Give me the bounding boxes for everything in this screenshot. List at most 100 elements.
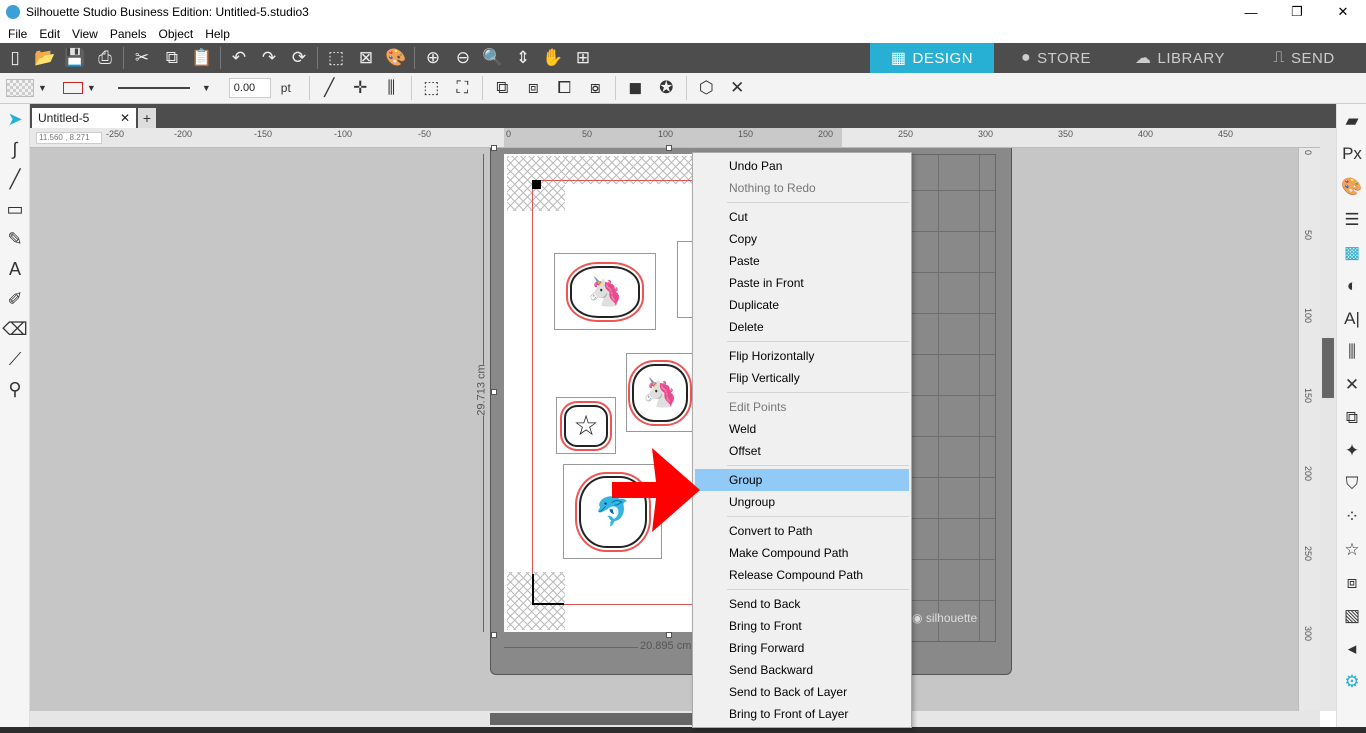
menu-panels[interactable]: Panels [104,27,153,41]
tab-design[interactable]: ▦ DESIGN [870,43,994,73]
undo-icon[interactable]: ↶ [224,43,254,73]
fill-pattern-icon[interactable]: ▩ [1337,236,1366,269]
selection-handle[interactable] [666,632,672,638]
selection-handle[interactable] [491,389,497,395]
menu-item-make-compound-path[interactable]: Make Compound Path [695,542,909,564]
menu-file[interactable]: File [2,27,33,41]
tab-store[interactable]: ● STORE [994,43,1118,73]
menu-item-paste[interactable]: Paste [695,250,909,272]
3d-box-icon[interactable]: ⬡ [691,73,722,104]
horizontal-scrollbar[interactable] [30,711,1320,727]
favorites-star-icon[interactable]: ☆ [1337,533,1366,566]
drag-zoom-icon[interactable]: ⇕ [508,43,538,73]
maximize-button[interactable]: ❐ [1274,0,1320,24]
menu-item-paste-in-front[interactable]: Paste in Front [695,272,909,294]
paste-icon[interactable]: 📋 [187,43,217,73]
trace-icon[interactable]: ⁘ [1337,500,1366,533]
unicorn-sticker[interactable]: 🦄 [554,253,656,330]
menu-item-delete[interactable]: Delete [695,316,909,338]
menu-item-release-compound-path[interactable]: Release Compound Path [695,564,909,586]
new-document-icon[interactable]: ▯ [0,43,30,73]
weld-icon[interactable]: ◼ [620,73,651,104]
add-tab-button[interactable]: + [138,108,156,128]
close-button[interactable]: ✕ [1320,0,1366,24]
menu-item-send-backward[interactable]: Send Backward [695,659,909,681]
compound-path-icon[interactable]: ⧠ [549,73,580,104]
replicate-icon[interactable]: ⧉ [1337,401,1366,434]
vertical-scroll-thumb[interactable] [1322,338,1334,398]
line-width-input[interactable]: 0.00 [228,78,271,98]
sketch-panel-icon[interactable]: ▧ [1337,599,1366,632]
line-style-icon[interactable]: ☰ [1337,203,1366,236]
tab-send[interactable]: ⎍ SEND [1242,43,1366,73]
line-style-selector[interactable] [117,87,190,89]
point-edit-icon[interactable]: ∫ [0,134,30,164]
align-panel-icon[interactable]: ⫼ [1337,335,1366,368]
text-tool-icon[interactable]: A [0,254,30,284]
menu-item-cut[interactable]: Cut [695,206,909,228]
open-folder-icon[interactable]: 📂 [30,43,60,73]
release-compound-icon[interactable]: ⧇ [580,73,611,104]
star-sticker[interactable]: ☆ [556,397,616,454]
layers-icon[interactable]: ⧈ [1337,566,1366,599]
align-icon[interactable]: ⫼ [376,73,407,104]
menu-view[interactable]: View [66,27,104,41]
offset-icon[interactable]: ⛉ [1337,467,1366,500]
transform-panel-icon[interactable]: ✕ [1337,368,1366,401]
partial-sticker[interactable] [677,241,693,318]
selection-handle[interactable] [491,145,497,151]
minimize-button[interactable]: — [1228,0,1274,24]
zoom-selection-icon[interactable]: 🔍 [478,43,508,73]
save-icon[interactable]: 💾 [60,43,90,73]
menu-item-offset[interactable]: Offset [695,440,909,462]
color-palette-icon[interactable]: 🎨 [1337,170,1366,203]
tab-library[interactable]: ☁ LIBRARY [1118,43,1242,73]
menu-item-weld[interactable]: Weld [695,418,909,440]
selection-arrow-icon[interactable]: ➤ [0,104,30,134]
menu-help[interactable]: Help [199,27,236,41]
redo-icon[interactable]: ↷ [254,43,284,73]
line-style-dropdown-arrow-icon[interactable]: ▼ [202,83,211,93]
menu-item-bring-forward[interactable]: Bring Forward [695,637,909,659]
redraw-icon[interactable]: ⟳ [284,43,314,73]
text-style-icon[interactable]: A| [1337,302,1366,335]
document-tab[interactable]: Untitled-5 ✕ [32,108,136,128]
menu-edit[interactable]: Edit [33,27,66,41]
selection-handle[interactable] [666,145,672,151]
menu-item-ungroup[interactable]: Ungroup [695,491,909,513]
eyedropper-icon[interactable]: ⚲ [0,374,30,404]
deselect-icon[interactable]: ⊠ [351,43,381,73]
print-icon[interactable]: ⎙ [90,43,120,73]
menu-item-flip-horizontally[interactable]: Flip Horizontally [695,345,909,367]
line-tool-icon[interactable]: ╱ [314,73,345,104]
star-shape-icon[interactable]: ✪ [651,73,682,104]
menu-item-undo-pan[interactable]: Undo Pan [695,155,909,177]
move-icon[interactable]: ✛ [345,73,376,104]
modify-star-icon[interactable]: ✦ [1337,434,1366,467]
gradient-icon[interactable]: ◐ [1337,269,1366,302]
eraser-icon[interactable]: ⌫ [0,314,30,344]
transform-icon[interactable]: ⬚ [416,73,447,104]
menu-item-group[interactable]: Group [695,469,909,491]
unicorn-sticker-2[interactable]: 🦄 [626,353,693,432]
selection-handle[interactable] [491,632,497,638]
page-setup-icon[interactable]: ▰ [1337,104,1366,137]
menu-item-bring-to-front[interactable]: Bring to Front [695,615,909,637]
menu-item-send-to-back[interactable]: Send to Back [695,593,909,615]
ungroup-icon[interactable]: ⧈ [518,73,549,104]
knife-icon[interactable]: ⟋ [0,344,30,374]
fit-to-page-icon[interactable]: ⊞ [568,43,598,73]
line-draw-icon[interactable]: ╱ [0,164,30,194]
close-tab-icon[interactable]: ✕ [120,111,130,125]
collapse-arrow-icon[interactable]: ◂ [1337,632,1366,665]
delete-x-icon[interactable]: ✕ [722,73,753,104]
pencil-icon[interactable]: ✎ [0,224,30,254]
menu-item-copy[interactable]: Copy [695,228,909,250]
pixscan-icon[interactable]: Px [1337,137,1366,170]
menu-object[interactable]: Object [153,27,200,41]
menu-item-bring-to-front-of-layer[interactable]: Bring to Front of Layer [695,703,909,725]
rectangle-icon[interactable]: ▭ [0,194,30,224]
select-all-icon[interactable]: ⬚ [321,43,351,73]
select-by-color-icon[interactable]: 🎨 [381,43,411,73]
zoom-out-icon[interactable]: ⊖ [448,43,478,73]
